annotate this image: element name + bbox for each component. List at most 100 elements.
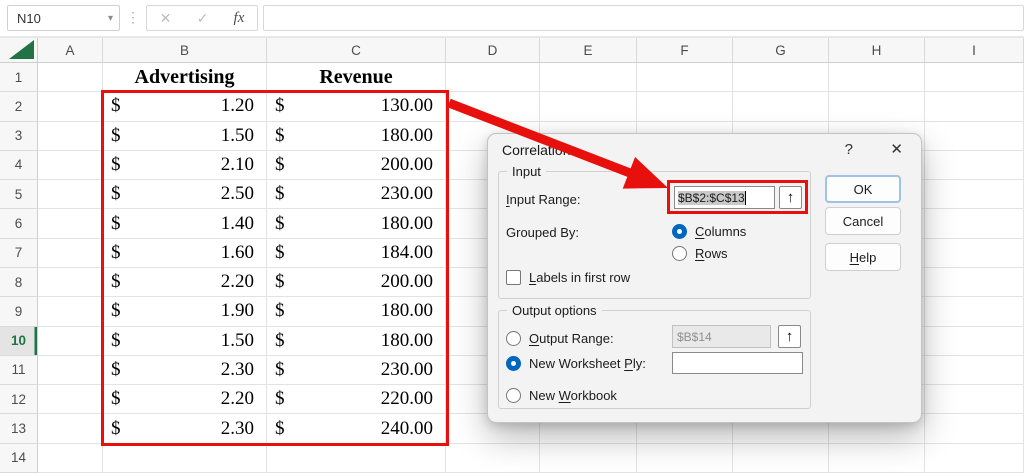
cell-B6[interactable]: $1.40 — [103, 209, 267, 238]
cell-B11[interactable]: $2.30 — [103, 356, 267, 385]
cell-A14[interactable] — [38, 444, 103, 473]
cell-D14[interactable] — [446, 444, 540, 473]
row-header-9[interactable]: 9 — [0, 297, 38, 326]
cell-I13[interactable] — [925, 414, 1024, 443]
col-header-G[interactable]: G — [733, 38, 829, 63]
cell-A5[interactable] — [38, 180, 103, 209]
col-header-C[interactable]: C — [267, 38, 446, 63]
cell-B10[interactable]: $1.50 — [103, 327, 267, 356]
formula-input[interactable] — [263, 5, 1024, 31]
cell-I10[interactable] — [925, 327, 1024, 356]
radio-new-workbook[interactable]: New Workbook — [506, 388, 617, 403]
cell-D2[interactable] — [446, 92, 540, 121]
row-header-12[interactable]: 12 — [0, 385, 38, 414]
cell-B9[interactable]: $1.90 — [103, 297, 267, 326]
cell-B14[interactable] — [103, 444, 267, 473]
cell-C9[interactable]: $180.00 — [267, 297, 446, 326]
row-header-2[interactable]: 2 — [0, 92, 38, 121]
radio-columns[interactable]: Columns — [672, 224, 746, 239]
row-header-3[interactable]: 3 — [0, 122, 38, 151]
row-header-6[interactable]: 6 — [0, 209, 38, 238]
row-header-7[interactable]: 7 — [0, 239, 38, 268]
cell-A13[interactable] — [38, 414, 103, 443]
col-header-D[interactable]: D — [446, 38, 540, 63]
cell-A6[interactable] — [38, 209, 103, 238]
help-icon[interactable]: ? — [845, 141, 853, 158]
row-header-1[interactable]: 1 — [0, 63, 38, 92]
input-range-field[interactable]: $B$2:$C$13 — [674, 186, 775, 209]
cell-B12[interactable]: $2.20 — [103, 385, 267, 414]
cancel-entry-icon[interactable]: ✕ — [160, 10, 172, 27]
cell-H14[interactable] — [829, 444, 925, 473]
cell-A12[interactable] — [38, 385, 103, 414]
collapse-dialog-icon[interactable]: ↑ — [778, 325, 801, 348]
chevron-down-icon[interactable]: ▾ — [108, 13, 113, 24]
cell-H1[interactable] — [829, 63, 925, 92]
cell-A9[interactable] — [38, 297, 103, 326]
cell-I6[interactable] — [925, 209, 1024, 238]
cell-A2[interactable] — [38, 92, 103, 121]
cell-I12[interactable] — [925, 385, 1024, 414]
col-header-B[interactable]: B — [103, 38, 267, 63]
insert-function-icon[interactable]: fx — [234, 10, 245, 27]
cell-I9[interactable] — [925, 297, 1024, 326]
cell-E2[interactable] — [540, 92, 637, 121]
cell-B7[interactable]: $1.60 — [103, 239, 267, 268]
cell-C7[interactable]: $184.00 — [267, 239, 446, 268]
cell-D1[interactable] — [446, 63, 540, 92]
cell-A1[interactable] — [38, 63, 103, 92]
cell-I1[interactable] — [925, 63, 1024, 92]
radio-output-range[interactable]: Output Range: — [506, 331, 614, 346]
cell-A8[interactable] — [38, 268, 103, 297]
cell-C11[interactable]: $230.00 — [267, 356, 446, 385]
col-header-I[interactable]: I — [925, 38, 1024, 63]
row-header-4[interactable]: 4 — [0, 151, 38, 180]
cell-C2[interactable]: $130.00 — [267, 92, 446, 121]
col-header-F[interactable]: F — [637, 38, 733, 63]
cell-F1[interactable] — [637, 63, 733, 92]
cell-C1[interactable]: Revenue — [267, 63, 446, 92]
select-all-button[interactable] — [0, 38, 38, 63]
cell-A11[interactable] — [38, 356, 103, 385]
radio-new-worksheet-ply[interactable]: New Worksheet Ply: — [506, 356, 646, 371]
cell-B8[interactable]: $2.20 — [103, 268, 267, 297]
ok-button[interactable]: OK — [825, 175, 901, 203]
cell-G2[interactable] — [733, 92, 829, 121]
cell-C14[interactable] — [267, 444, 446, 473]
cell-C13[interactable]: $240.00 — [267, 414, 446, 443]
row-header-10[interactable]: 10 — [0, 327, 38, 356]
row-header-8[interactable]: 8 — [0, 268, 38, 297]
cell-A10[interactable] — [38, 327, 103, 356]
cell-I5[interactable] — [925, 180, 1024, 209]
confirm-entry-icon[interactable]: ✓ — [197, 10, 209, 27]
cell-A4[interactable] — [38, 151, 103, 180]
cell-I3[interactable] — [925, 122, 1024, 151]
cell-I7[interactable] — [925, 239, 1024, 268]
radio-rows[interactable]: Rows — [672, 246, 728, 261]
cell-A7[interactable] — [38, 239, 103, 268]
help-button[interactable]: Help — [825, 243, 901, 271]
cell-F14[interactable] — [637, 444, 733, 473]
row-header-14[interactable]: 14 — [0, 444, 38, 473]
cell-E1[interactable] — [540, 63, 637, 92]
col-header-A[interactable]: A — [38, 38, 103, 63]
cell-H2[interactable] — [829, 92, 925, 121]
cell-B1[interactable]: Advertising — [103, 63, 267, 92]
labels-first-row-checkbox[interactable]: Labels in first row — [506, 270, 630, 285]
cell-I8[interactable] — [925, 268, 1024, 297]
cell-C6[interactable]: $180.00 — [267, 209, 446, 238]
col-header-E[interactable]: E — [540, 38, 637, 63]
name-box[interactable]: N10 ▾ — [7, 5, 120, 31]
collapse-dialog-icon[interactable]: ↑ — [779, 186, 802, 209]
cell-I2[interactable] — [925, 92, 1024, 121]
close-icon[interactable]: ✕ — [890, 140, 903, 158]
cell-G1[interactable] — [733, 63, 829, 92]
cell-C8[interactable]: $200.00 — [267, 268, 446, 297]
new-worksheet-ply-field[interactable] — [672, 352, 803, 374]
cell-G14[interactable] — [733, 444, 829, 473]
cell-B3[interactable]: $1.50 — [103, 122, 267, 151]
cell-I11[interactable] — [925, 356, 1024, 385]
row-header-11[interactable]: 11 — [0, 356, 38, 385]
cancel-button[interactable]: Cancel — [825, 207, 901, 235]
cell-C10[interactable]: $180.00 — [267, 327, 446, 356]
